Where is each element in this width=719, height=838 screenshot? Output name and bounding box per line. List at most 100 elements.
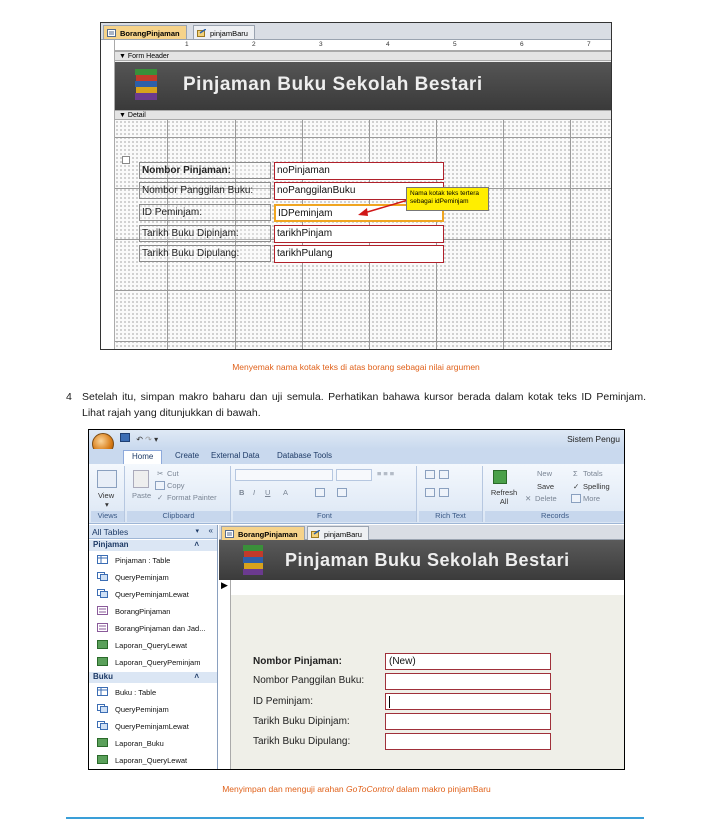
- label-nombor-pinjaman: Nombor Pinjaman:: [139, 162, 271, 179]
- view-icon[interactable]: [97, 470, 117, 488]
- nav-item[interactable]: Laporan_Buku: [89, 735, 217, 752]
- italic-icon[interactable]: I: [253, 488, 255, 497]
- totals-button[interactable]: Totals: [583, 469, 603, 478]
- detail-bar[interactable]: ▼ Detail: [115, 110, 611, 120]
- bold-icon[interactable]: B: [239, 488, 244, 497]
- nav-item[interactable]: Buku : Table: [89, 684, 217, 701]
- tab-create[interactable]: Create: [175, 451, 199, 460]
- nav-item[interactable]: Laporan_QueryLewat: [89, 637, 217, 654]
- refresh-icon[interactable]: [493, 470, 507, 484]
- paste-icon[interactable]: [133, 470, 149, 488]
- tab-pinjambaru[interactable]: pinjamBaru: [307, 526, 369, 540]
- nav-dropdown-icon[interactable]: ▾: [195, 527, 199, 535]
- section-arrow-icon: ▼: [119, 53, 126, 60]
- delete-button[interactable]: Delete: [535, 494, 557, 503]
- textbox-nopinjaman[interactable]: (New): [385, 653, 551, 670]
- font-color-icon[interactable]: A: [283, 488, 288, 497]
- nav-item[interactable]: QueryPeminjam: [89, 569, 217, 586]
- view-button[interactable]: View: [98, 491, 114, 500]
- form-title: Pinjaman Buku Sekolah Bestari: [183, 74, 483, 95]
- textbox-tarikhpulang[interactable]: tarikhPulang: [274, 245, 444, 263]
- align-icons[interactable]: ≡≡≡: [377, 469, 396, 478]
- tab-home[interactable]: Home: [123, 450, 163, 464]
- dropdown-icon[interactable]: ▾: [154, 435, 158, 444]
- numbering-icon[interactable]: [439, 488, 449, 497]
- textbox-tarikhpulang[interactable]: [385, 733, 551, 750]
- group-font: ≡≡≡ B I U A Font: [233, 466, 417, 522]
- tab-borangpinjaman[interactable]: BorangPinjaman: [221, 526, 305, 540]
- refresh-button[interactable]: Refresh All: [489, 488, 519, 506]
- textbox-idpeminjam[interactable]: [385, 693, 551, 710]
- new-button[interactable]: New: [537, 469, 552, 478]
- tab-external-data[interactable]: External Data: [211, 451, 259, 460]
- nav-header[interactable]: All Tables ▾ «: [89, 525, 217, 539]
- group-clipboard: Paste ✂ Cut Copy ✓ Format Painter Clipbo…: [127, 466, 231, 522]
- nav-item[interactable]: BorangPinjaman dan Jad...: [89, 620, 217, 637]
- label-nombor-pinjaman: Nombor Pinjaman:: [253, 656, 342, 667]
- form-icon: [107, 29, 116, 37]
- record-selector[interactable]: ▶: [219, 580, 231, 769]
- save-button[interactable]: Save: [537, 482, 554, 491]
- tab-database-tools[interactable]: Database Tools: [277, 451, 332, 460]
- font-size-select[interactable]: [336, 469, 372, 481]
- nav-item[interactable]: BorangPinjaman: [89, 603, 217, 620]
- form-icon: [225, 530, 234, 538]
- macro-icon: [197, 28, 207, 37]
- font-name-select[interactable]: [235, 469, 333, 481]
- gridlines-icon[interactable]: [315, 488, 325, 497]
- cut-button[interactable]: Cut: [167, 469, 179, 478]
- group-collapse-icon[interactable]: ˄: [194, 540, 199, 549]
- page-divider: [66, 817, 644, 819]
- app-title: Sistem Pengu: [567, 434, 620, 444]
- textbox-nopinjaman[interactable]: noPinjaman: [274, 162, 444, 180]
- label-tarikh-buku-dipulang: Tarikh Buku Dipulang:: [253, 736, 351, 747]
- label-id-peminjam: ID Peminjam:: [253, 696, 314, 707]
- form-area: BorangPinjaman pinjamBaru Pinjaman Buku …: [219, 525, 624, 769]
- nav-item[interactable]: QueryPeminjamLewat: [89, 586, 217, 603]
- save-icon[interactable]: [120, 433, 130, 442]
- nav-item[interactable]: Laporan_QueryLewat: [89, 752, 217, 769]
- label-tarikh-buku-dipinjam: Tarikh Buku Dipinjam:: [139, 225, 271, 242]
- format-painter-button[interactable]: Format Painter: [167, 493, 217, 502]
- nav-item[interactable]: Pinjaman : Table: [89, 552, 217, 569]
- form-header-section: Pinjaman Buku Sekolah Bestari: [219, 540, 624, 580]
- redo-icon[interactable]: ↷: [145, 435, 152, 444]
- paste-button[interactable]: Paste: [132, 491, 151, 500]
- nav-group-buku[interactable]: Buku ˄: [89, 672, 217, 683]
- indent-icon[interactable]: [425, 470, 435, 479]
- totals-icon: Σ: [573, 469, 578, 478]
- table-icon: [97, 555, 108, 564]
- nav-item[interactable]: QueryPeminjam: [89, 701, 217, 718]
- view-dropdown-icon[interactable]: ▾: [105, 500, 109, 509]
- textbox-nopanggilanbuku[interactable]: [385, 673, 551, 690]
- cut-icon: ✂: [157, 469, 164, 478]
- title-bar: ↶ ↷ ▾ Sistem Pengu: [89, 430, 624, 449]
- copy-button[interactable]: Copy: [167, 481, 185, 490]
- nav-group-pinjaman[interactable]: Pinjaman ˄: [89, 540, 217, 551]
- fill-color-icon[interactable]: [337, 488, 347, 497]
- textbox-tarikhpinjam[interactable]: [385, 713, 551, 730]
- layout-selector-icon[interactable]: [122, 156, 130, 164]
- undo-icon[interactable]: ↶: [136, 435, 143, 444]
- report-icon: [97, 640, 108, 649]
- group-collapse-icon[interactable]: ˄: [194, 672, 199, 681]
- query-icon: [97, 589, 108, 598]
- annotation-callout: Nama kotak teks tertera sebagai idPeminj…: [406, 187, 489, 211]
- underline-icon[interactable]: U: [265, 488, 270, 497]
- label-tarikh-buku-dipulang: Tarikh Buku Dipulang:: [139, 245, 271, 262]
- spelling-button[interactable]: Spelling: [583, 482, 610, 491]
- nav-item[interactable]: QueryPeminjamLewat: [89, 718, 217, 735]
- form-title: Pinjaman Buku Sekolah Bestari: [285, 550, 570, 570]
- nav-collapse-icon[interactable]: «: [209, 526, 213, 535]
- tab-pinjambaru[interactable]: pinjamBaru: [193, 25, 255, 39]
- quick-access-toolbar[interactable]: ↶ ↷ ▾: [120, 433, 158, 444]
- textbox-tarikhpinjam[interactable]: tarikhPinjam: [274, 225, 444, 243]
- nav-item[interactable]: Laporan_QueryPeminjam: [89, 654, 217, 671]
- more-button[interactable]: More: [583, 494, 600, 503]
- tab-borangpinjaman[interactable]: BorangPinjaman: [103, 25, 187, 39]
- outdent-icon[interactable]: [439, 470, 449, 479]
- format-painter-icon: ✓: [157, 493, 164, 502]
- current-record-icon: ▶: [221, 580, 228, 590]
- bullets-icon[interactable]: [425, 488, 435, 497]
- form-header-bar[interactable]: ▼ Form Header: [115, 51, 611, 61]
